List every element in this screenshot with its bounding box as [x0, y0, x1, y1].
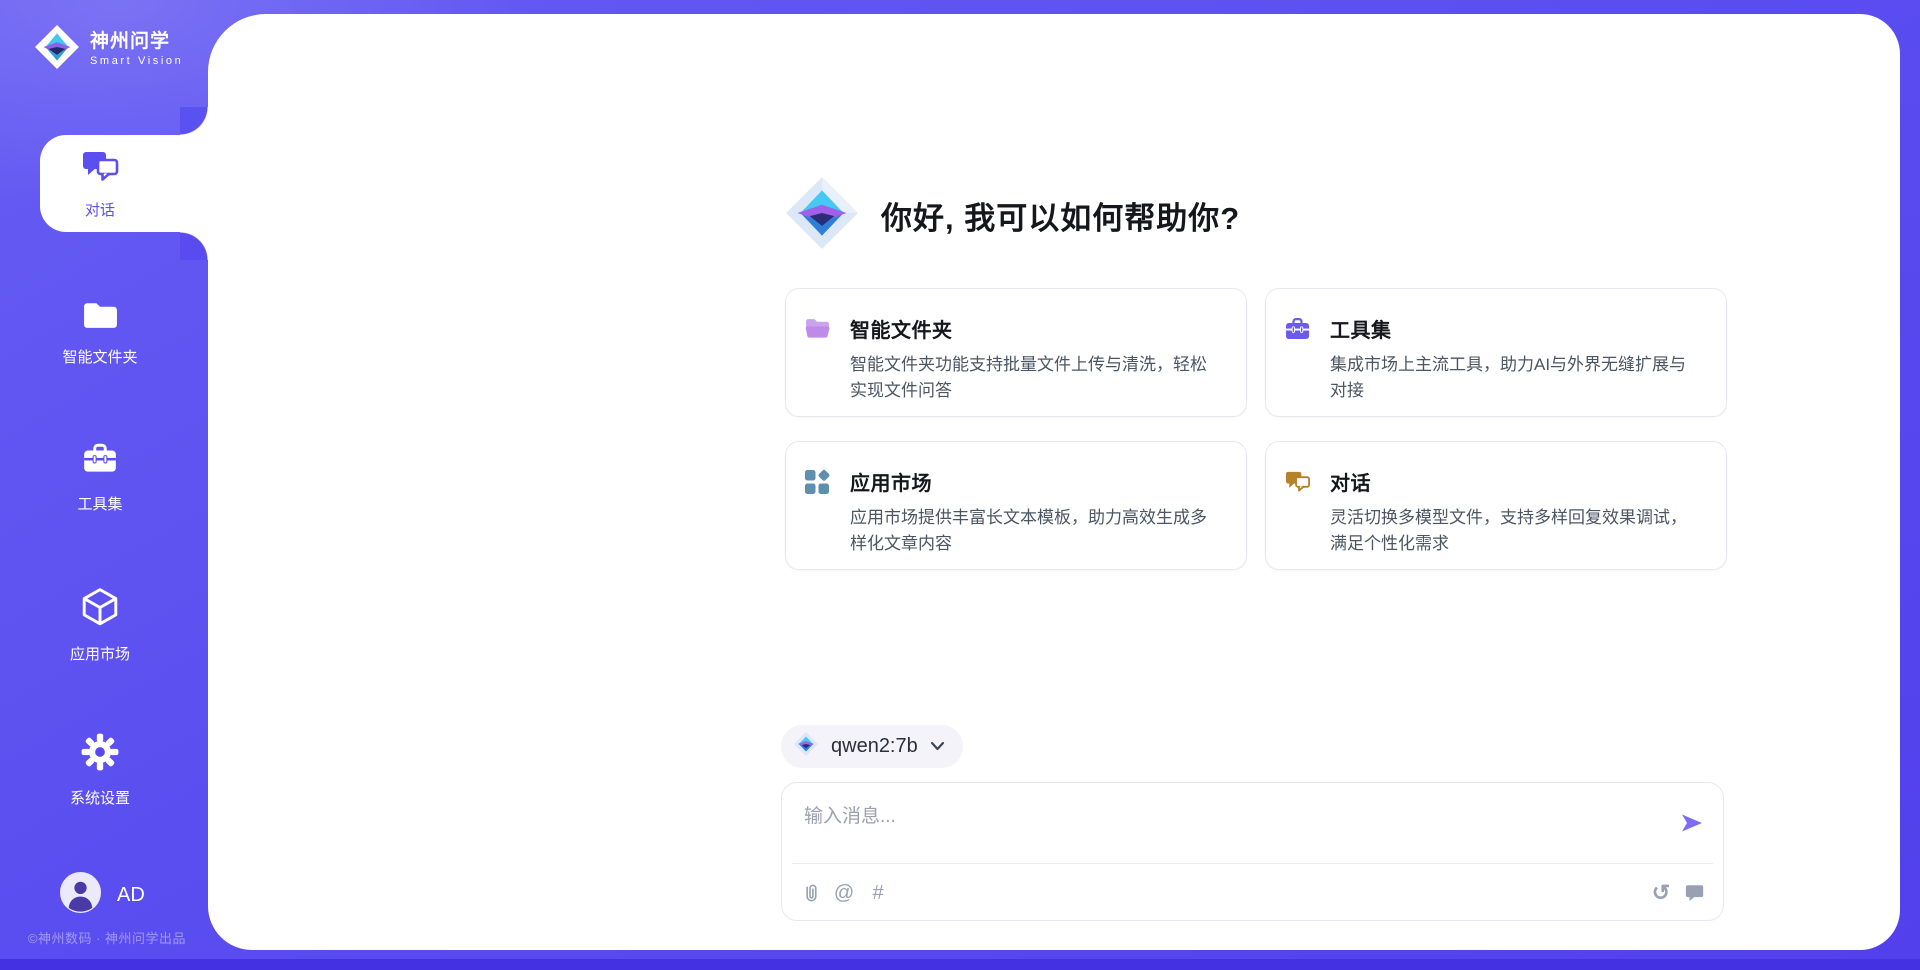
card-toolset[interactable]: 工具集 集成市场上主流工具，助力AI与外界无缝扩展与对接 — [1265, 288, 1727, 417]
user-initials: AD — [117, 884, 145, 907]
hashtag-icon[interactable]: # — [864, 879, 892, 907]
tab-curve-top — [180, 107, 208, 135]
card-body: 工具集 集成市场上主流工具，助力AI与外界无缝扩展与对接 — [1330, 314, 1702, 396]
assistant-logo-icon — [783, 174, 861, 257]
card-description: 集成市场上主流工具，助力AI与外界无缝扩展与对接 — [1330, 352, 1702, 404]
card-smart-folder[interactable]: 智能文件夹 智能文件夹功能支持批量文件上传与清洗，轻松实现文件问答 — [785, 288, 1247, 417]
sidebar-item-smart-folder[interactable]: 智能文件夹 — [0, 298, 200, 367]
card-title: 智能文件夹 — [850, 314, 1222, 343]
folder-icon — [804, 314, 831, 396]
sidebar-item-toolset[interactable]: 工具集 — [0, 440, 200, 514]
composer-divider — [792, 863, 1713, 864]
avatar — [60, 872, 101, 918]
history-glyph: ↺ — [1652, 882, 1670, 904]
bottom-accent-bar — [0, 959, 1920, 970]
copyright-text: ©神州数码 · 神州问学出品 — [14, 928, 200, 947]
brand-subtitle: Smart Vision — [90, 55, 183, 67]
card-title: 应用市场 — [850, 467, 1222, 496]
card-chat[interactable]: 对话 灵活切换多模型文件，支持多样回复效果调试，满足个性化需求 — [1265, 441, 1727, 570]
app-window: 神州问学 Smart Vision 对话 — [0, 0, 1920, 970]
message-input[interactable] — [796, 795, 1656, 857]
sidebar-item-label: 工具集 — [77, 493, 122, 514]
history-icon[interactable]: ↺ — [1647, 879, 1675, 907]
user-profile[interactable]: AD — [60, 872, 145, 918]
chat-icon — [79, 147, 121, 192]
card-title: 对话 — [1330, 467, 1702, 496]
chevron-down-icon — [930, 738, 945, 756]
composer-toolbar: @ # ↺ — [796, 877, 1709, 909]
tab-curve-bottom — [180, 232, 208, 260]
model-logo-icon — [793, 731, 819, 762]
mention-icon[interactable]: @ — [830, 879, 858, 907]
sidebar-item-label: 智能文件夹 — [62, 346, 137, 367]
sidebar-item-label: 系统设置 — [70, 787, 130, 808]
folder-icon — [82, 298, 119, 336]
brand-logo-icon — [34, 24, 80, 75]
card-body: 对话 灵活切换多模型文件，支持多样回复效果调试，满足个性化需求 — [1330, 467, 1702, 549]
gear-icon — [80, 732, 120, 777]
greeting: 你好, 我可以如何帮助你? — [783, 174, 1240, 257]
composer-toolbar-right: ↺ — [1647, 879, 1709, 907]
brand: 神州问学 Smart Vision — [34, 24, 183, 75]
card-body: 应用市场 应用市场提供丰富长文本模板，助力高效生成多样化文章内容 — [850, 467, 1222, 549]
send-button[interactable] — [1677, 809, 1707, 839]
sidebar-item-label: 对话 — [85, 199, 115, 220]
card-app-market[interactable]: 应用市场 应用市场提供丰富长文本模板，助力高效生成多样化文章内容 — [785, 441, 1247, 570]
hashtag-glyph: # — [872, 883, 883, 903]
send-icon — [1679, 811, 1705, 838]
grid-icon — [804, 467, 831, 549]
card-body: 智能文件夹 智能文件夹功能支持批量文件上传与清洗，轻松实现文件问答 — [850, 314, 1222, 396]
sidebar-item-app-market[interactable]: 应用市场 — [0, 586, 200, 664]
sidebar-item-chat-content: 对话 — [40, 135, 160, 232]
sidebar-item-label: 应用市场 — [70, 643, 130, 664]
brand-name: 神州问学 — [90, 32, 183, 53]
main-panel: 你好, 我可以如何帮助你? 智能文件夹 智能文件夹功能支持批量文件上传与清洗，轻… — [208, 14, 1900, 950]
card-description: 灵活切换多模型文件，支持多样回复效果调试，满足个性化需求 — [1330, 505, 1702, 557]
card-description: 智能文件夹功能支持批量文件上传与清洗，轻松实现文件问答 — [850, 352, 1222, 404]
mention-glyph: @ — [834, 883, 854, 903]
briefcase-icon — [81, 440, 119, 483]
feedback-bubble-icon[interactable] — [1681, 879, 1709, 907]
sidebar-item-chat[interactable]: 对话 — [40, 135, 208, 232]
model-selector[interactable]: qwen2:7b — [781, 725, 963, 768]
cube-icon — [80, 586, 120, 633]
composer: @ # ↺ — [781, 782, 1724, 921]
model-name: qwen2:7b — [831, 735, 918, 758]
card-title: 工具集 — [1330, 314, 1702, 343]
chat-icon — [1284, 467, 1311, 549]
card-description: 应用市场提供丰富长文本模板，助力高效生成多样化文章内容 — [850, 505, 1222, 557]
brand-text: 神州问学 Smart Vision — [90, 32, 183, 68]
greeting-title: 你好, 我可以如何帮助你? — [881, 193, 1240, 238]
sidebar-item-settings[interactable]: 系统设置 — [0, 732, 200, 808]
briefcase-icon — [1284, 314, 1311, 396]
attachment-icon[interactable] — [796, 879, 824, 907]
